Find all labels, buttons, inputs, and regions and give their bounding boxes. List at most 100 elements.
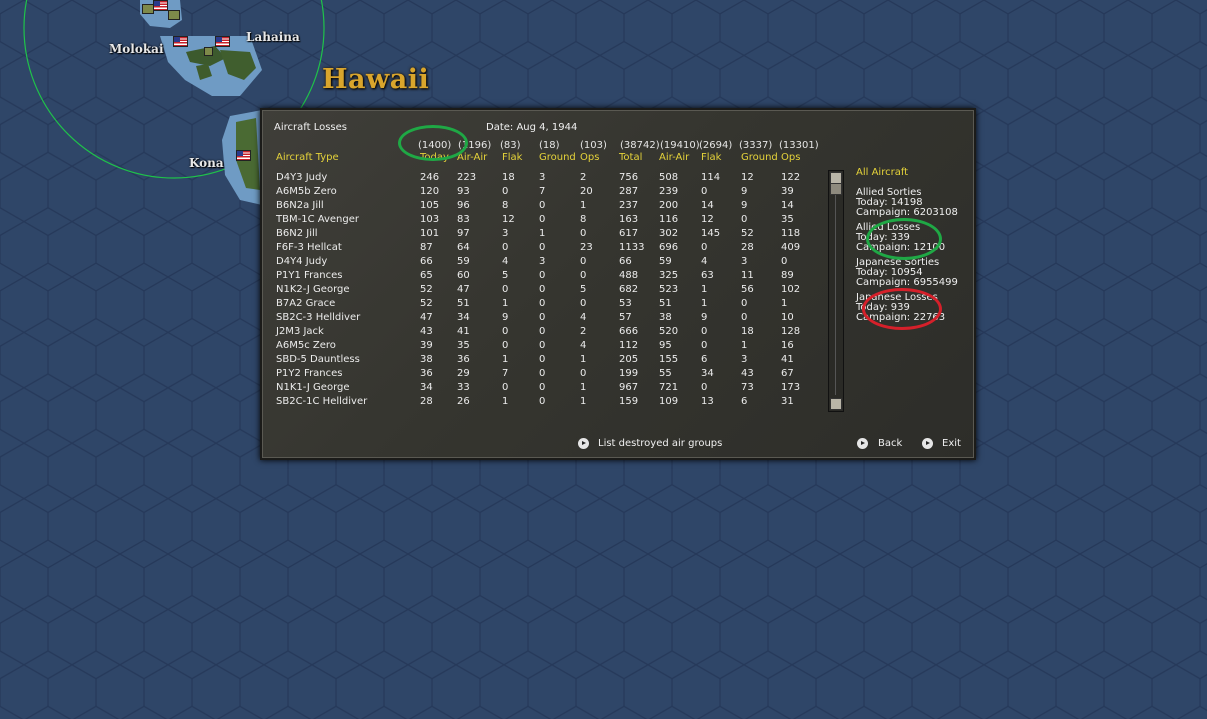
table-row[interactable]: SBD-5 Dauntless 38 36 1 0 1 205 155 6 3 41 xyxy=(262,354,832,368)
exit-button[interactable]: Exit xyxy=(942,438,961,449)
back-button[interactable]: Back xyxy=(878,438,902,449)
column-header[interactable]: Ops xyxy=(781,152,800,163)
scroll-track[interactable] xyxy=(835,185,836,395)
table-cell: 1 xyxy=(701,298,708,309)
table-cell: 73 xyxy=(741,382,754,393)
table-row[interactable]: A6M5c Zero 39 35 0 0 4 112 95 0 1 16 xyxy=(262,340,832,354)
column-header[interactable]: Flak xyxy=(701,152,721,163)
us-flag-icon[interactable] xyxy=(236,150,251,161)
region-label-hawaii: Hawaii xyxy=(322,64,430,95)
table-cell: 93 xyxy=(457,186,470,197)
table-cell: 12 xyxy=(502,214,515,225)
table-cell: 56 xyxy=(741,284,754,295)
us-flag-icon[interactable] xyxy=(153,0,168,11)
column-header[interactable]: Ground xyxy=(539,152,576,163)
table-cell: 38 xyxy=(659,312,672,323)
table-cell: 0 xyxy=(502,340,509,351)
table-cell: 20 xyxy=(580,186,593,197)
table-cell: 65 xyxy=(420,270,433,281)
table-cell: 4 xyxy=(580,312,587,323)
table-cell: 9 xyxy=(741,200,748,211)
table-row[interactable]: N1K2-J George 52 47 0 0 5 682 523 1 56 102 xyxy=(262,284,832,298)
table-cell: 0 xyxy=(781,256,788,267)
allied-sorties-campaign: Campaign: 6203108 xyxy=(856,207,958,218)
column-header[interactable]: Ground xyxy=(741,152,778,163)
table-cell: 3 xyxy=(502,228,509,239)
table-cell: 0 xyxy=(539,270,546,281)
table-cell: 0 xyxy=(539,382,546,393)
table-cell: 14 xyxy=(781,200,794,211)
table-cell: 0 xyxy=(539,214,546,225)
arrow-right-icon[interactable] xyxy=(857,438,868,449)
table-cell: 35 xyxy=(781,214,794,225)
table-cell: 4 xyxy=(502,256,509,267)
table-cell: 114 xyxy=(701,172,721,183)
us-flag-icon[interactable] xyxy=(173,36,188,47)
table-row[interactable]: P1Y1 Frances 65 60 5 0 0 488 325 63 11 89 xyxy=(262,270,832,284)
table-cell: 66 xyxy=(420,256,433,267)
scroll-thumb[interactable] xyxy=(830,183,842,195)
us-flag-icon[interactable] xyxy=(215,36,230,47)
table-cell: 41 xyxy=(457,326,470,337)
table-cell: 33 xyxy=(457,382,470,393)
table-row[interactable]: D4Y3 Judy 246 223 18 3 2 756 508 114 12 122 xyxy=(262,172,832,186)
table-cell: 59 xyxy=(457,256,470,267)
table-row[interactable]: B6N2a Jill 105 96 8 0 1 237 200 14 9 14 xyxy=(262,200,832,214)
table-cell: 1 xyxy=(502,396,509,407)
table-cell: 246 xyxy=(420,172,440,183)
table-row[interactable]: TBM-1C Avenger 103 83 12 0 8 163 116 12 0 35 xyxy=(262,214,832,228)
arrow-right-icon[interactable] xyxy=(578,438,589,449)
table-row[interactable]: SB2C-1C Helldiver 28 26 1 0 1 159 109 13 6 31 xyxy=(262,396,832,410)
list-destroyed-air-groups-button[interactable]: List destroyed air groups xyxy=(598,438,722,449)
arrow-right-icon[interactable] xyxy=(922,438,933,449)
unit-counter[interactable] xyxy=(204,47,213,56)
column-header[interactable]: Flak xyxy=(502,152,522,163)
column-header[interactable]: Air-Air xyxy=(457,152,487,163)
table-cell: 43 xyxy=(420,326,433,337)
scroll-down-button[interactable] xyxy=(830,398,842,410)
table-row[interactable]: F6F-3 Hellcat 87 64 0 0 23 1133 696 0 28 409 xyxy=(262,242,832,256)
table-cell: 101 xyxy=(420,228,440,239)
unit-counter[interactable] xyxy=(168,10,180,20)
table-row[interactable]: N1K1-J George 34 33 0 0 1 967 721 0 73 173 xyxy=(262,382,832,396)
dialog-title: Aircraft Losses xyxy=(274,122,347,133)
table-cell: 302 xyxy=(659,228,679,239)
table-cell: 95 xyxy=(659,340,672,351)
table-cell: 159 xyxy=(619,396,639,407)
column-header-aircraft-type[interactable]: Aircraft Type xyxy=(276,152,339,163)
table-cell: 120 xyxy=(420,186,440,197)
japanese-sorties-campaign: Campaign: 6955499 xyxy=(856,277,958,288)
table-row[interactable]: B7A2 Grace 52 51 1 0 0 53 51 1 0 1 xyxy=(262,298,832,312)
table-cell: 4 xyxy=(580,340,587,351)
table-row[interactable]: P1Y2 Frances 36 29 7 0 0 199 55 34 43 67 xyxy=(262,368,832,382)
table-row[interactable]: D4Y4 Judy 66 59 4 3 0 66 59 4 3 0 xyxy=(262,256,832,270)
table-cell: 47 xyxy=(457,284,470,295)
table-cell: 1 xyxy=(502,354,509,365)
table-cell: 109 xyxy=(659,396,679,407)
aircraft-type-cell: B7A2 Grace xyxy=(276,298,336,309)
highlight-ring-green xyxy=(398,125,468,161)
table-cell: 0 xyxy=(741,312,748,323)
table-cell: 12 xyxy=(741,172,754,183)
column-header[interactable]: Ops xyxy=(580,152,599,163)
table-scrollbar[interactable] xyxy=(828,170,844,412)
dialog-date: Date: Aug 4, 1944 xyxy=(486,122,578,133)
table-cell: 1 xyxy=(580,382,587,393)
table-cell: 59 xyxy=(659,256,672,267)
table-cell: 16 xyxy=(781,340,794,351)
column-header[interactable]: Total xyxy=(619,152,642,163)
highlight-ring-green xyxy=(866,218,942,260)
aircraft-type-cell: D4Y3 Judy xyxy=(276,172,328,183)
aircraft-type-cell: J2M3 Jack xyxy=(276,326,324,337)
column-header[interactable]: Air-Air xyxy=(659,152,689,163)
table-row[interactable]: J2M3 Jack 43 41 0 0 2 666 520 0 18 128 xyxy=(262,326,832,340)
aircraft-type-cell: B6N2a Jill xyxy=(276,200,324,211)
table-row[interactable]: SB2C-3 Helldiver 47 34 9 0 4 57 38 9 0 10 xyxy=(262,312,832,326)
table-row[interactable]: B6N2 Jill 101 97 3 1 0 617 302 145 52 118 xyxy=(262,228,832,242)
table-cell: 34 xyxy=(420,382,433,393)
table-cell: 163 xyxy=(619,214,639,225)
aircraft-filter-selector[interactable]: All Aircraft xyxy=(856,168,908,178)
table-row[interactable]: A6M5b Zero 120 93 0 7 20 287 239 0 9 39 xyxy=(262,186,832,200)
table-cell: 0 xyxy=(580,368,587,379)
table-cell: 31 xyxy=(781,396,794,407)
